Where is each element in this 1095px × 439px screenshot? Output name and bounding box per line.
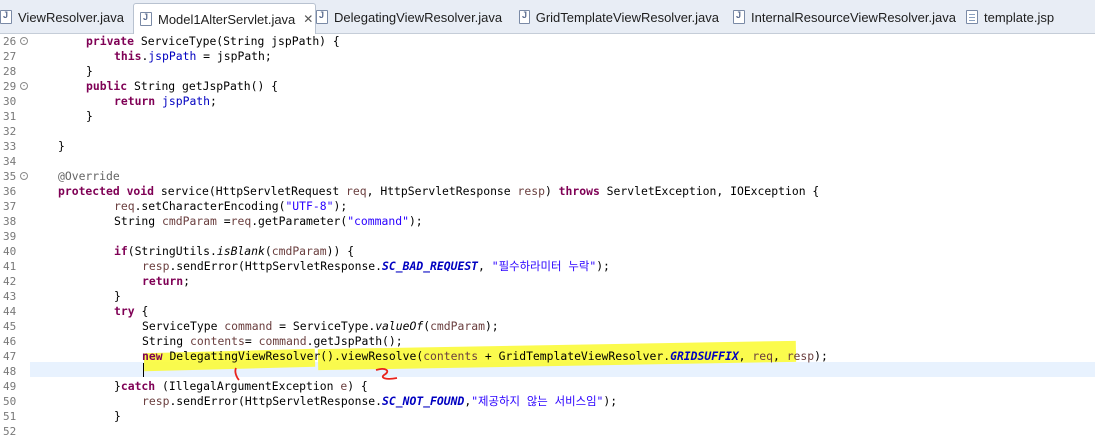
tab-template-jsp[interactable]: template.jsp bbox=[966, 4, 1086, 30]
red-mark-1 bbox=[234, 367, 240, 381]
jsp-file-icon bbox=[966, 10, 978, 24]
tab-label: ViewResolver.java bbox=[18, 9, 124, 25]
tab-internal-resource-view-resolver[interactable]: InternalResourceViewResolver.java bbox=[733, 4, 958, 30]
java-file-icon bbox=[519, 10, 530, 24]
java-file-icon bbox=[316, 10, 328, 24]
close-icon[interactable]: ✕ bbox=[303, 12, 313, 26]
tab-label: GridTemplateViewResolver.java bbox=[535, 9, 719, 25]
handwritten-annotations bbox=[234, 367, 398, 381]
code-editor[interactable]: 26-27 28 29-30 31 32 33 34 35-36 37 38 39 40 41 42 43 4… bbox=[0, 34, 1095, 439]
tab-grid-template-view-resolver[interactable]: GridTemplateViewResolver.java bbox=[519, 4, 719, 30]
red-mark-2 bbox=[375, 368, 398, 380]
tab-model1-alter-servlet[interactable]: Model1AlterServlet.java ✕ bbox=[133, 3, 316, 34]
tab-label: InternalResourceViewResolver.java bbox=[751, 9, 956, 25]
tab-delegating-view-resolver[interactable]: DelegatingViewResolver.java bbox=[316, 4, 506, 30]
tab-label: DelegatingViewResolver.java bbox=[334, 9, 503, 25]
tab-view-resolver[interactable]: ViewResolver.java bbox=[0, 4, 128, 30]
java-file-icon bbox=[0, 10, 12, 24]
java-file-icon bbox=[733, 10, 745, 24]
tab-label: template.jsp bbox=[984, 9, 1055, 25]
tab-label: Model1AlterServlet.java bbox=[158, 11, 296, 27]
editor-tab-bar: ViewResolver.java Model1AlterServlet.jav… bbox=[0, 0, 1095, 34]
java-file-icon bbox=[140, 12, 152, 26]
